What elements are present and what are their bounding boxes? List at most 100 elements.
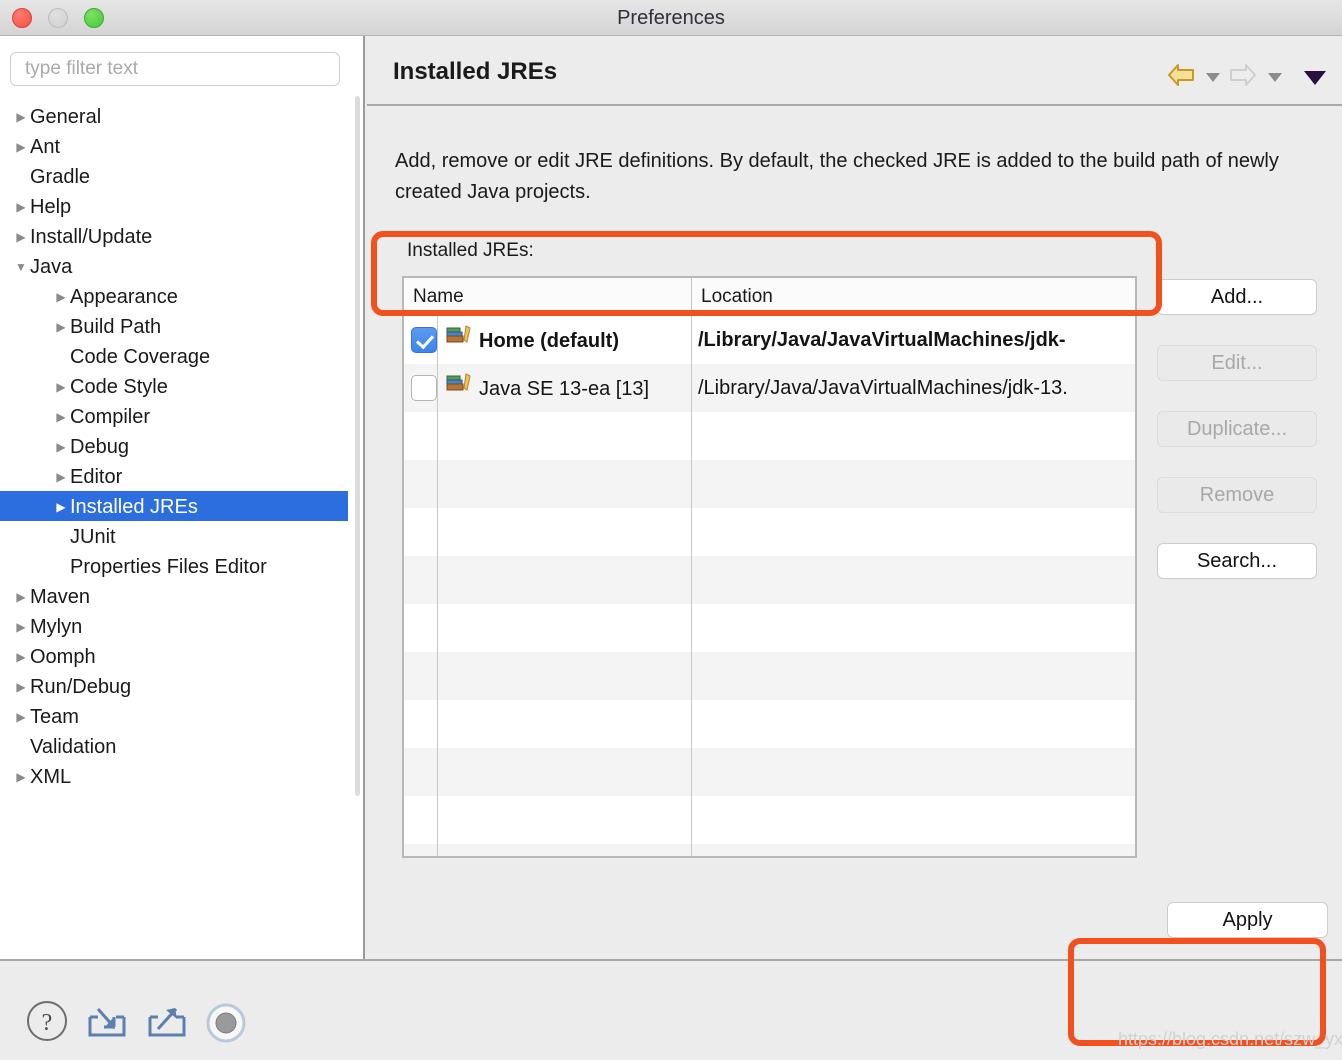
preferences-content-pane: Installed JREs Add, remove or edit JRE d… (367, 36, 1342, 959)
sidebar-item-code-coverage[interactable]: ▶Code Coverage (0, 341, 348, 371)
sidebar-item-label: JUnit (70, 525, 116, 548)
jre-checkbox-cell[interactable] (404, 364, 437, 412)
page-description: Add, remove or edit JRE definitions. By … (395, 150, 1279, 203)
sidebar-item-validation[interactable]: ▶Validation (0, 731, 348, 761)
apply-button[interactable]: Apply (1167, 902, 1328, 938)
table-empty-row (404, 508, 1135, 556)
twisty-collapsed-icon[interactable]: ▶ (52, 432, 70, 462)
cell-location: /Library/Java/JavaVirtualMachines/jdk-13… (691, 364, 1135, 412)
twisty-collapsed-icon[interactable]: ▶ (52, 462, 70, 492)
sidebar-item-gradle[interactable]: ▶Gradle (0, 161, 348, 191)
sidebar-item-maven[interactable]: ▶ Maven (0, 581, 348, 611)
twisty-collapsed-icon[interactable]: ▶ (52, 372, 70, 402)
installed-jres-table[interactable]: Name Location Home (default) /Library/Jav… (402, 276, 1137, 858)
sidebar-item-compiler[interactable]: ▶ Compiler (0, 401, 348, 431)
jre-name-label: Java SE 13-ea [13] (479, 377, 650, 400)
twisty-collapsed-icon[interactable]: ▶ (12, 702, 30, 732)
sidebar-item-install-update[interactable]: ▶ Install/Update (0, 221, 348, 251)
sidebar-item-label: Installed JREs (70, 495, 198, 518)
table-empty-row (404, 796, 1135, 844)
sidebar-item-run-debug[interactable]: ▶ Run/Debug (0, 671, 348, 701)
sidebar-item-java[interactable]: ▼ Java (0, 251, 348, 281)
column-header-name[interactable]: Name (404, 278, 691, 316)
twisty-collapsed-icon[interactable]: ▶ (52, 312, 70, 342)
sidebar-item-label: Mylyn (30, 615, 83, 638)
sidebar-item-team[interactable]: ▶ Team (0, 701, 348, 731)
jre-checkbox-cell[interactable] (404, 316, 437, 364)
sidebar-item-label: Team (30, 705, 79, 728)
toggle-icon[interactable] (206, 1003, 246, 1048)
checkbox-unchecked[interactable] (411, 375, 437, 401)
twisty-collapsed-icon[interactable]: ▶ (12, 132, 30, 162)
add-button[interactable]: Add... (1157, 279, 1317, 315)
sidebar-item-ant[interactable]: ▶ Ant (0, 131, 348, 161)
table-empty-row (404, 748, 1135, 796)
twisty-placeholder-icon: ▶ (12, 732, 30, 762)
sidebar-item-junit[interactable]: ▶JUnit (0, 521, 348, 551)
sidebar-item-label: General (30, 105, 102, 128)
jre-library-icon (446, 365, 472, 412)
sidebar-item-label: Debug (70, 435, 129, 458)
table-body: Home (default) /Library/Java/JavaVirtualM… (404, 316, 1135, 856)
sidebar-item-label: Code Coverage (70, 345, 211, 368)
sidebar-item-label: Java (30, 255, 73, 278)
remove-button: Remove (1157, 477, 1317, 513)
back-arrow-icon[interactable] (1166, 62, 1196, 93)
twisty-collapsed-icon[interactable]: ▶ (12, 612, 30, 642)
table-empty-row (404, 556, 1135, 604)
twisty-collapsed-icon[interactable]: ▶ (12, 672, 30, 702)
sidebar-item-editor[interactable]: ▶ Editor (0, 461, 348, 491)
twisty-collapsed-icon[interactable]: ▶ (12, 222, 30, 252)
page-menu-chevron-down-icon[interactable] (1304, 70, 1326, 85)
sidebar-scrollbar[interactable] (355, 96, 360, 796)
back-history-chevron-down-icon[interactable] (1205, 73, 1220, 82)
preferences-sidebar: ▶General▶Ant▶Gradle▶Help▶Install/Update▼… (0, 36, 365, 959)
sidebar-item-label: Properties Files Editor (70, 555, 267, 578)
twisty-collapsed-icon[interactable]: ▶ (12, 582, 30, 612)
sidebar-item-label: Code Style (70, 375, 168, 398)
search-button[interactable]: Search... (1157, 543, 1317, 579)
twisty-collapsed-icon[interactable]: ▶ (12, 642, 30, 672)
export-icon[interactable] (144, 1003, 190, 1048)
twisty-collapsed-icon[interactable]: ▶ (12, 762, 30, 792)
import-icon[interactable] (84, 1003, 130, 1048)
jre-name-label: Home (default) (479, 329, 619, 352)
sidebar-item-label: Ant (30, 135, 61, 158)
table-header: Name Location (404, 278, 1135, 316)
sidebar-item-label: Appearance (70, 285, 178, 308)
filter-input[interactable] (10, 52, 340, 86)
sidebar-item-code-style[interactable]: ▶ Code Style (0, 371, 348, 401)
table-empty-row (404, 460, 1135, 508)
sidebar-item-general[interactable]: ▶ General (0, 101, 348, 131)
preferences-tree[interactable]: ▶General▶Ant▶Gradle▶Help▶Install/Update▼… (0, 101, 348, 791)
twisty-expanded-icon[interactable]: ▼ (12, 252, 30, 282)
column-header-location[interactable]: Location (691, 278, 1135, 316)
sidebar-item-help[interactable]: ▶ Help (0, 191, 348, 221)
page-title: Installed JREs (393, 58, 558, 85)
sidebar-item-mylyn[interactable]: ▶ Mylyn (0, 611, 348, 641)
page-nav-controls (1162, 62, 1326, 96)
sidebar-item-label: Oomph (30, 645, 96, 668)
twisty-placeholder-icon: ▶ (52, 342, 70, 372)
twisty-collapsed-icon[interactable]: ▶ (12, 192, 30, 222)
help-icon[interactable]: ? (26, 1000, 68, 1047)
sidebar-item-appearance[interactable]: ▶ Appearance (0, 281, 348, 311)
table-row[interactable]: Java SE 13-ea [13] /Library/Java/JavaVirt… (404, 364, 1135, 412)
table-row[interactable]: Home (default) /Library/Java/JavaVirtualM… (404, 316, 1135, 364)
forward-history-chevron-down-icon[interactable] (1267, 73, 1282, 82)
sidebar-item-properties-files-editor[interactable]: ▶Properties Files Editor (0, 551, 348, 581)
sidebar-item-installed-jres[interactable]: ▶ Installed JREs (0, 491, 348, 521)
twisty-collapsed-icon[interactable]: ▶ (52, 282, 70, 312)
sidebar-item-debug[interactable]: ▶ Debug (0, 431, 348, 461)
jre-library-icon (446, 317, 472, 364)
edit-button: Edit... (1157, 345, 1317, 381)
sidebar-item-oomph[interactable]: ▶ Oomph (0, 641, 348, 671)
twisty-collapsed-icon[interactable]: ▶ (52, 402, 70, 432)
twisty-collapsed-icon[interactable]: ▶ (12, 102, 30, 132)
twisty-collapsed-icon[interactable]: ▶ (52, 492, 70, 522)
sidebar-item-label: Maven (30, 585, 91, 608)
twisty-placeholder-icon: ▶ (52, 552, 70, 582)
sidebar-item-build-path[interactable]: ▶ Build Path (0, 311, 348, 341)
checkbox-checked[interactable] (411, 327, 437, 353)
sidebar-item-xml[interactable]: ▶ XML (0, 761, 348, 791)
